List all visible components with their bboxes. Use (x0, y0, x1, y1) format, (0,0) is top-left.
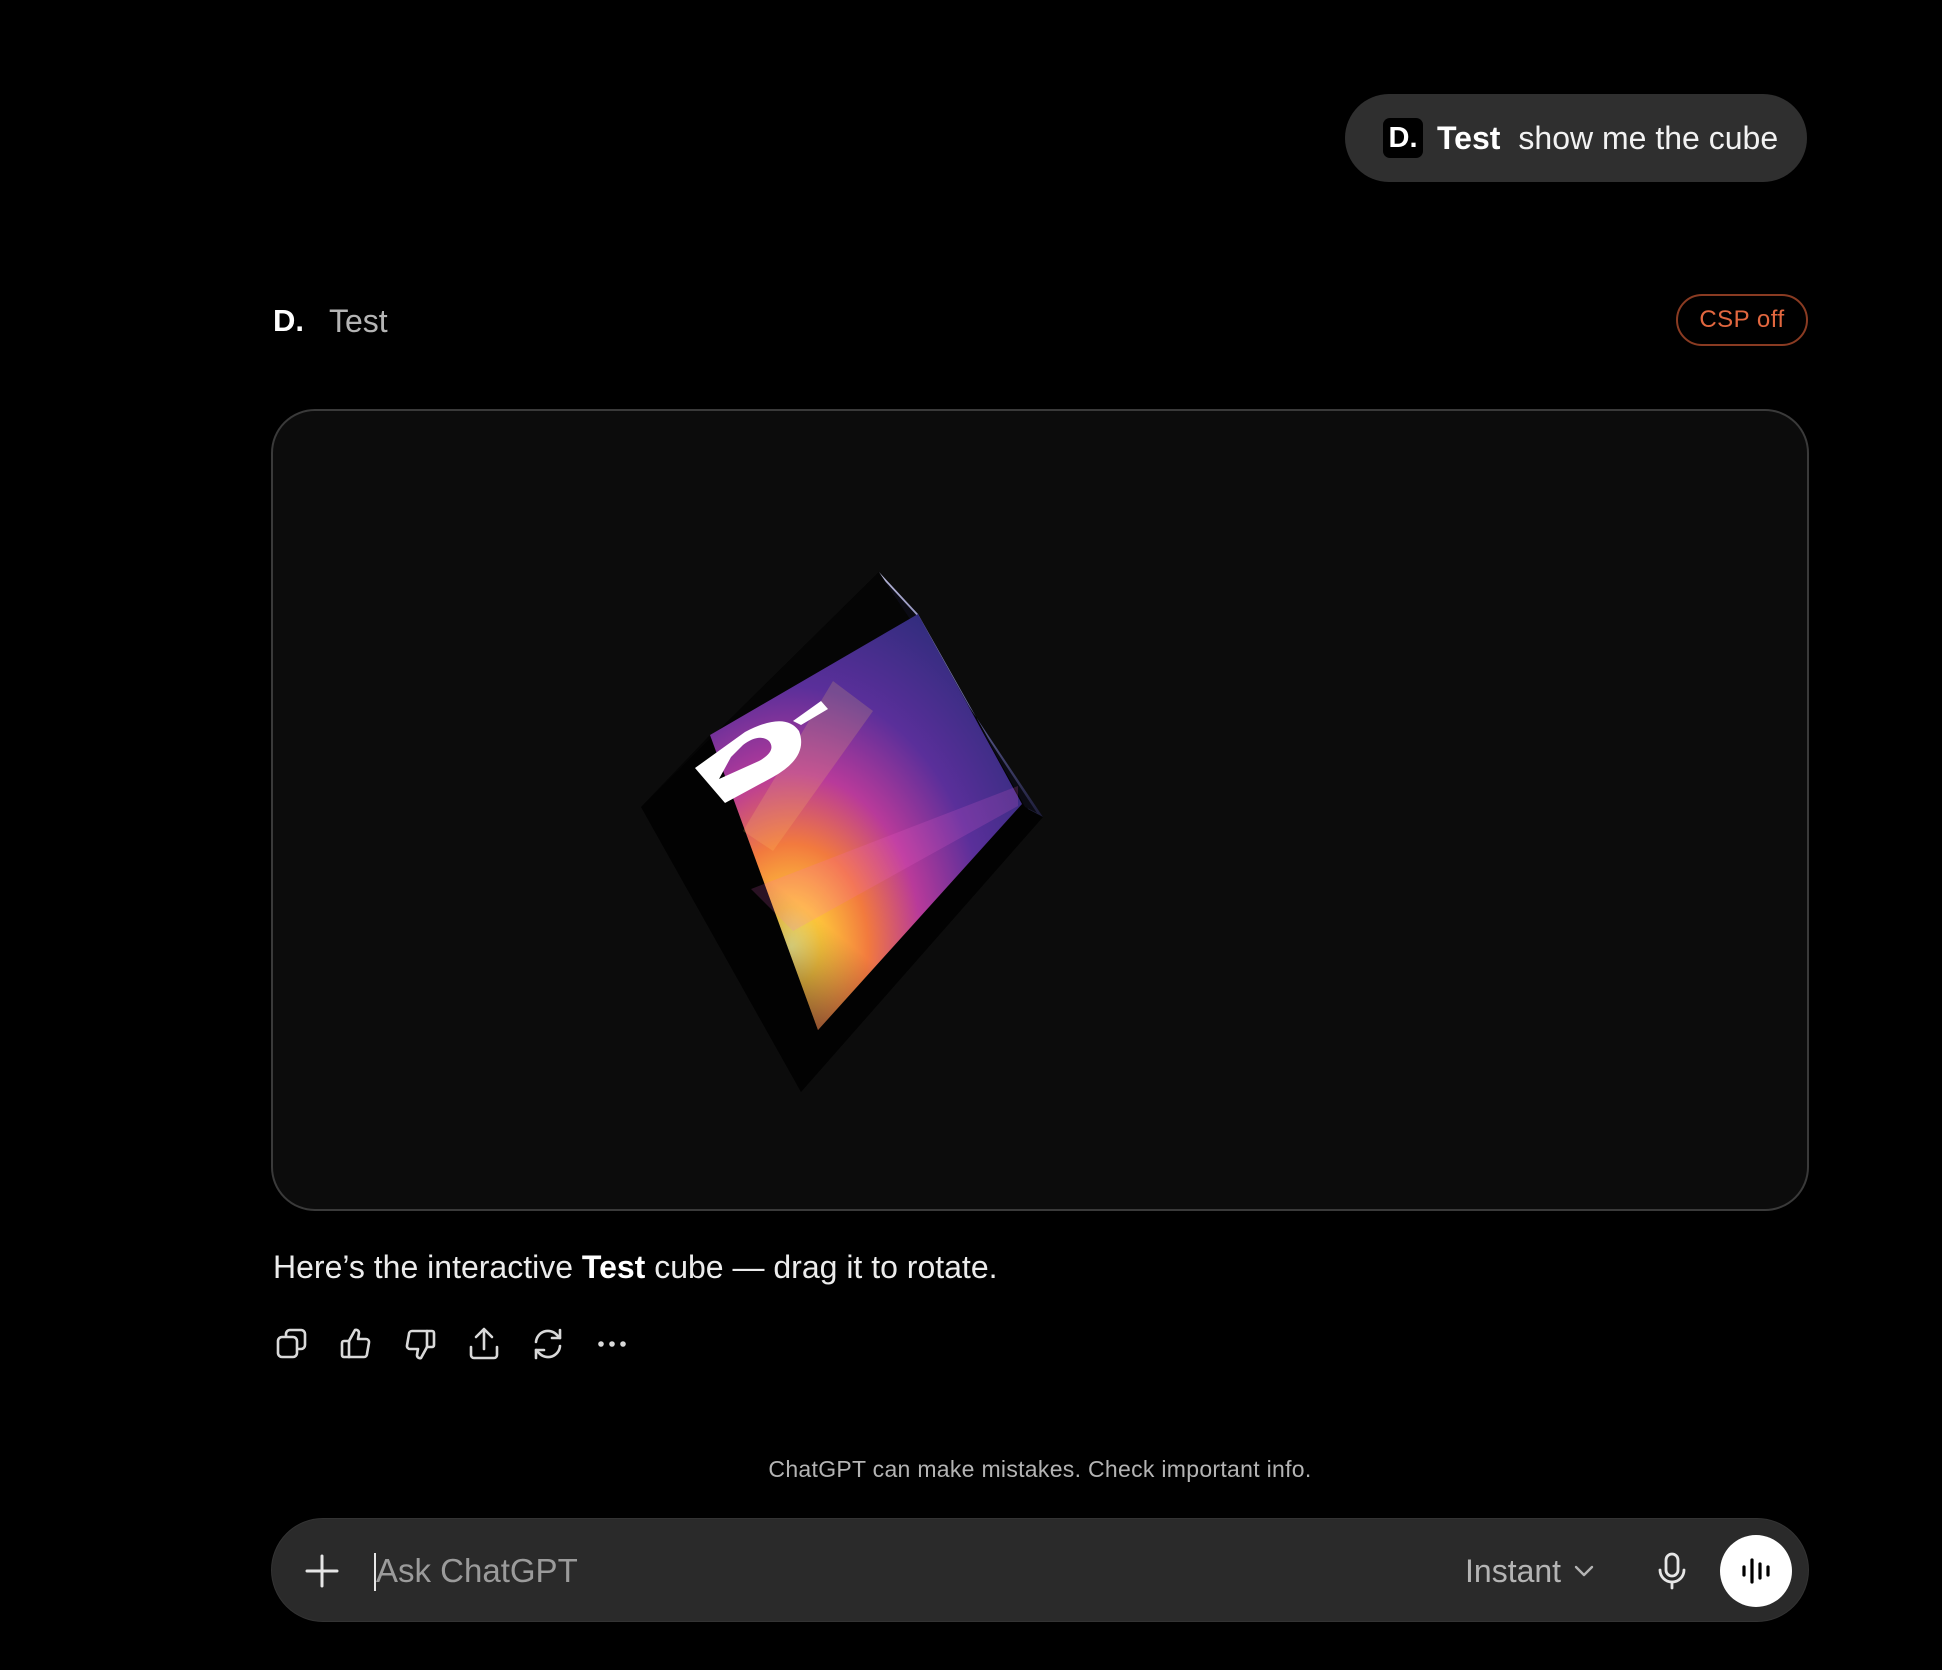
app-logo: D. (273, 303, 304, 338)
voice-waveform-icon (1742, 1558, 1770, 1584)
cube-widget[interactable] (271, 409, 1809, 1211)
more-actions-button[interactable] (590, 1322, 634, 1366)
prompt-input[interactable] (372, 1541, 1376, 1601)
user-message-bubble: D. Test show me the cube (1345, 94, 1807, 182)
text-caret (374, 1553, 376, 1591)
user-message-text: show me the cube (1518, 119, 1779, 156)
dictate-button[interactable] (1650, 1549, 1694, 1593)
app-header: D. Test (273, 296, 388, 346)
cube-icon[interactable] (273, 411, 1809, 1211)
message-actions (270, 1322, 654, 1366)
voice-mode-button[interactable] (1720, 1535, 1792, 1607)
disclaimer: ChatGPT can make mistakes. Check importa… (768, 1456, 1312, 1482)
app-name: Test (329, 302, 388, 339)
regenerate-button[interactable] (526, 1322, 570, 1366)
reply-app-name: Test (581, 1249, 646, 1285)
model-selector[interactable]: Instant (1465, 1547, 1595, 1595)
composer: Instant (271, 1518, 1809, 1622)
add-attachment-button[interactable] (302, 1551, 342, 1591)
thumbs-down-icon (405, 1329, 436, 1360)
reply-suffix: cube — drag it to rotate. (645, 1249, 998, 1285)
share-icon (469, 1327, 499, 1360)
copy-button[interactable] (270, 1322, 314, 1366)
more-icon (598, 1341, 626, 1347)
chevron-down-icon (1574, 1565, 1594, 1577)
thumbs-up-icon (340, 1328, 371, 1359)
share-button[interactable] (462, 1322, 506, 1366)
assistant-reply: Here’s the interactive Test cube — drag … (273, 1249, 998, 1286)
plus-icon (305, 1554, 339, 1588)
chat-page: D. Test show me the cube D. Test CSP off (0, 0, 1942, 1670)
app-mention-name: Test (1437, 119, 1501, 156)
microphone-icon (1658, 1552, 1686, 1590)
copy-icon (276, 1328, 307, 1359)
csp-status-badge: CSP off (1676, 294, 1808, 346)
good-response-button[interactable] (334, 1322, 378, 1366)
bad-response-button[interactable] (398, 1322, 442, 1366)
model-label: Instant (1465, 1552, 1562, 1589)
reply-prefix: Here’s the interactive (273, 1249, 582, 1285)
regenerate-icon (534, 1328, 562, 1360)
app-mention-icon: D. (1383, 118, 1423, 158)
